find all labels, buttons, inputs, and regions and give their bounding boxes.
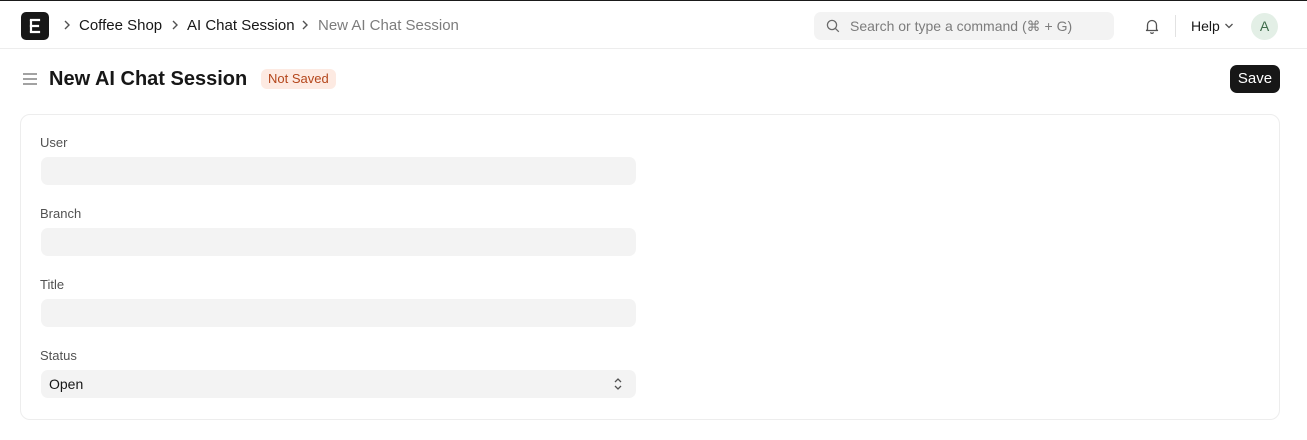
avatar[interactable]: A (1251, 13, 1278, 40)
chevron-right-icon (302, 20, 308, 30)
save-button[interactable]: Save (1230, 65, 1280, 93)
branch-label: Branch (40, 206, 82, 221)
bell-icon[interactable] (1143, 17, 1161, 35)
page-header: New AI Chat Session Not Saved Save (0, 49, 1307, 109)
navbar: Coffee Shop AI Chat Session New AI Chat … (0, 0, 1307, 49)
title-label: Title (40, 277, 65, 292)
search-placeholder: Search or type a command (⌘ + G) (850, 18, 1073, 34)
help-menu[interactable]: Help (1191, 18, 1220, 34)
sidebar-toggle-icon[interactable] (22, 72, 38, 86)
app-logo-icon[interactable] (21, 12, 49, 40)
chevron-down-icon[interactable] (1224, 22, 1234, 30)
navbar-divider (1175, 15, 1176, 37)
user-label: User (40, 135, 68, 150)
select-chevron-icon (614, 378, 622, 390)
chevron-right-icon (172, 20, 178, 30)
breadcrumb-ai-chat-session[interactable]: AI Chat Session (187, 17, 295, 35)
status-select-value: Open (49, 376, 84, 392)
status-select[interactable]: Open (41, 370, 636, 398)
branch-field[interactable] (41, 228, 636, 256)
status-badge: Not Saved (261, 69, 336, 89)
user-field[interactable] (41, 157, 636, 185)
search-icon (826, 19, 840, 33)
breadcrumb-current: New AI Chat Session (318, 17, 459, 34)
title-field[interactable] (41, 299, 636, 327)
search-input[interactable]: Search or type a command (⌘ + G) (814, 12, 1114, 40)
breadcrumb-coffee-shop[interactable]: Coffee Shop (79, 17, 162, 35)
page-title: New AI Chat Session (49, 68, 248, 90)
chevron-right-icon (64, 20, 70, 30)
status-label: Status (40, 348, 77, 363)
form-card: User Branch Title Status Open (20, 114, 1280, 420)
